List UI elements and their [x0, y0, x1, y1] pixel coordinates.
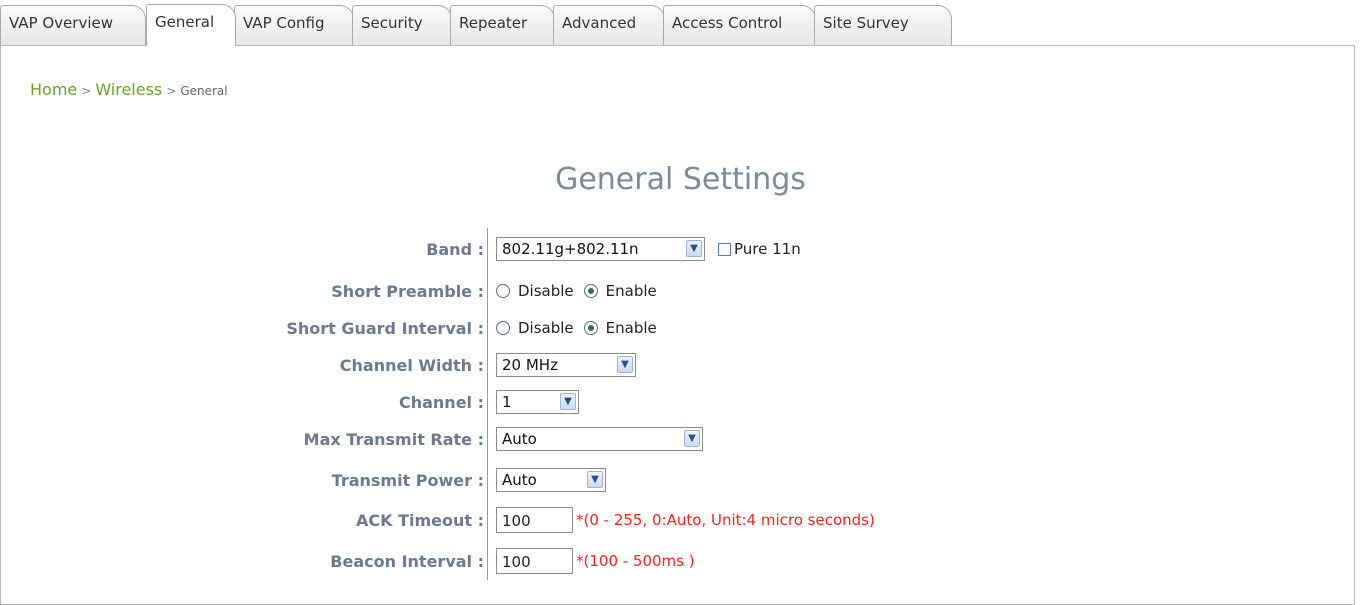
max-transmit-rate-label: Max Transmit Rate :	[303, 430, 484, 449]
tab-vap-config[interactable]: VAP Config	[234, 5, 354, 45]
beacon-interval-row: Beacon Interval : 100 *(100 - 500ms )	[0, 546, 1361, 576]
chevron-down-icon: ▼	[560, 393, 576, 410]
short-guard-disable-radio[interactable]	[496, 321, 510, 335]
beacon-interval-hint: *(100 - 500ms )	[576, 552, 695, 570]
transmit-power-row: Transmit Power : Auto ▼	[0, 465, 1361, 495]
tab-repeater[interactable]: Repeater	[450, 5, 555, 45]
pure-11n-label: Pure 11n	[734, 240, 801, 258]
channel-row: Channel : 1 ▼	[0, 387, 1361, 417]
band-row: Band : 802.11g+802.11n ▼ Pure 11n	[0, 234, 1361, 264]
breadcrumb-separator: >	[81, 84, 92, 98]
tab-site-survey[interactable]: Site Survey	[814, 5, 952, 45]
transmit-power-select-value: Auto	[502, 471, 537, 489]
channel-select-value: 1	[502, 393, 512, 411]
breadcrumb: Home > Wireless > General	[30, 80, 228, 99]
band-select[interactable]: 802.11g+802.11n ▼	[496, 237, 705, 261]
beacon-interval-input[interactable]: 100	[496, 548, 573, 574]
tab-vap-overview[interactable]: VAP Overview	[0, 5, 146, 45]
channel-label: Channel :	[398, 393, 484, 412]
short-preamble-enable-radio[interactable]	[583, 284, 598, 298]
short-preamble-disable-radio[interactable]	[496, 284, 510, 298]
ack-timeout-label: ACK Timeout :	[355, 511, 484, 530]
breadcrumb-separator: >	[166, 84, 177, 98]
transmit-power-label: Transmit Power :	[331, 471, 484, 490]
band-select-value: 802.11g+802.11n	[502, 240, 639, 258]
band-label: Band :	[426, 240, 484, 259]
max-transmit-rate-row: Max Transmit Rate : Auto ▼	[0, 424, 1361, 454]
transmit-power-select[interactable]: Auto ▼	[496, 468, 606, 492]
ack-timeout-input[interactable]: 100	[496, 507, 573, 533]
pure-11n-checkbox[interactable]	[718, 242, 731, 256]
short-preamble-row: Short Preamble : Disable Enable	[0, 276, 1361, 306]
short-guard-enable-radio[interactable]	[583, 321, 598, 335]
channel-width-label: Channel Width :	[339, 356, 484, 375]
tab-security[interactable]: Security	[352, 5, 452, 45]
short-guard-enable-label: Enable	[605, 319, 657, 337]
breadcrumb-home-link[interactable]: Home	[30, 80, 77, 99]
channel-width-row: Channel Width : 20 MHz ▼	[0, 350, 1361, 380]
max-transmit-rate-select[interactable]: Auto ▼	[496, 427, 703, 451]
chevron-down-icon: ▼	[587, 471, 603, 488]
chevron-down-icon: ▼	[684, 430, 700, 447]
channel-width-select-value: 20 MHz	[502, 356, 558, 374]
tab-bar: VAP Overview VAP Config Security Repeate…	[0, 0, 1361, 46]
short-guard-disable-label: Disable	[518, 319, 574, 337]
channel-select[interactable]: 1 ▼	[496, 390, 579, 414]
short-preamble-disable-label: Disable	[518, 282, 574, 300]
tab-general[interactable]: General	[146, 4, 236, 46]
breadcrumb-wireless-link[interactable]: Wireless	[95, 80, 162, 99]
short-preamble-label: Short Preamble :	[331, 282, 484, 301]
chevron-down-icon: ▼	[686, 240, 702, 257]
channel-width-select[interactable]: 20 MHz ▼	[496, 353, 636, 377]
beacon-interval-label: Beacon Interval :	[330, 552, 484, 571]
short-guard-label: Short Guard Interval :	[286, 319, 484, 338]
chevron-down-icon: ▼	[617, 356, 633, 373]
max-transmit-rate-select-value: Auto	[502, 430, 537, 448]
ack-timeout-hint: *(0 - 255, 0:Auto, Unit:4 micro seconds)	[576, 511, 875, 529]
short-guard-row: Short Guard Interval : Disable Enable	[0, 313, 1361, 343]
short-preamble-enable-label: Enable	[605, 282, 657, 300]
breadcrumb-current: General	[180, 84, 228, 98]
page-title: General Settings	[555, 162, 806, 197]
ack-timeout-row: ACK Timeout : 100 *(0 - 255, 0:Auto, Uni…	[0, 505, 1361, 535]
tab-access-control[interactable]: Access Control	[663, 5, 816, 45]
tab-advanced[interactable]: Advanced	[553, 5, 665, 45]
